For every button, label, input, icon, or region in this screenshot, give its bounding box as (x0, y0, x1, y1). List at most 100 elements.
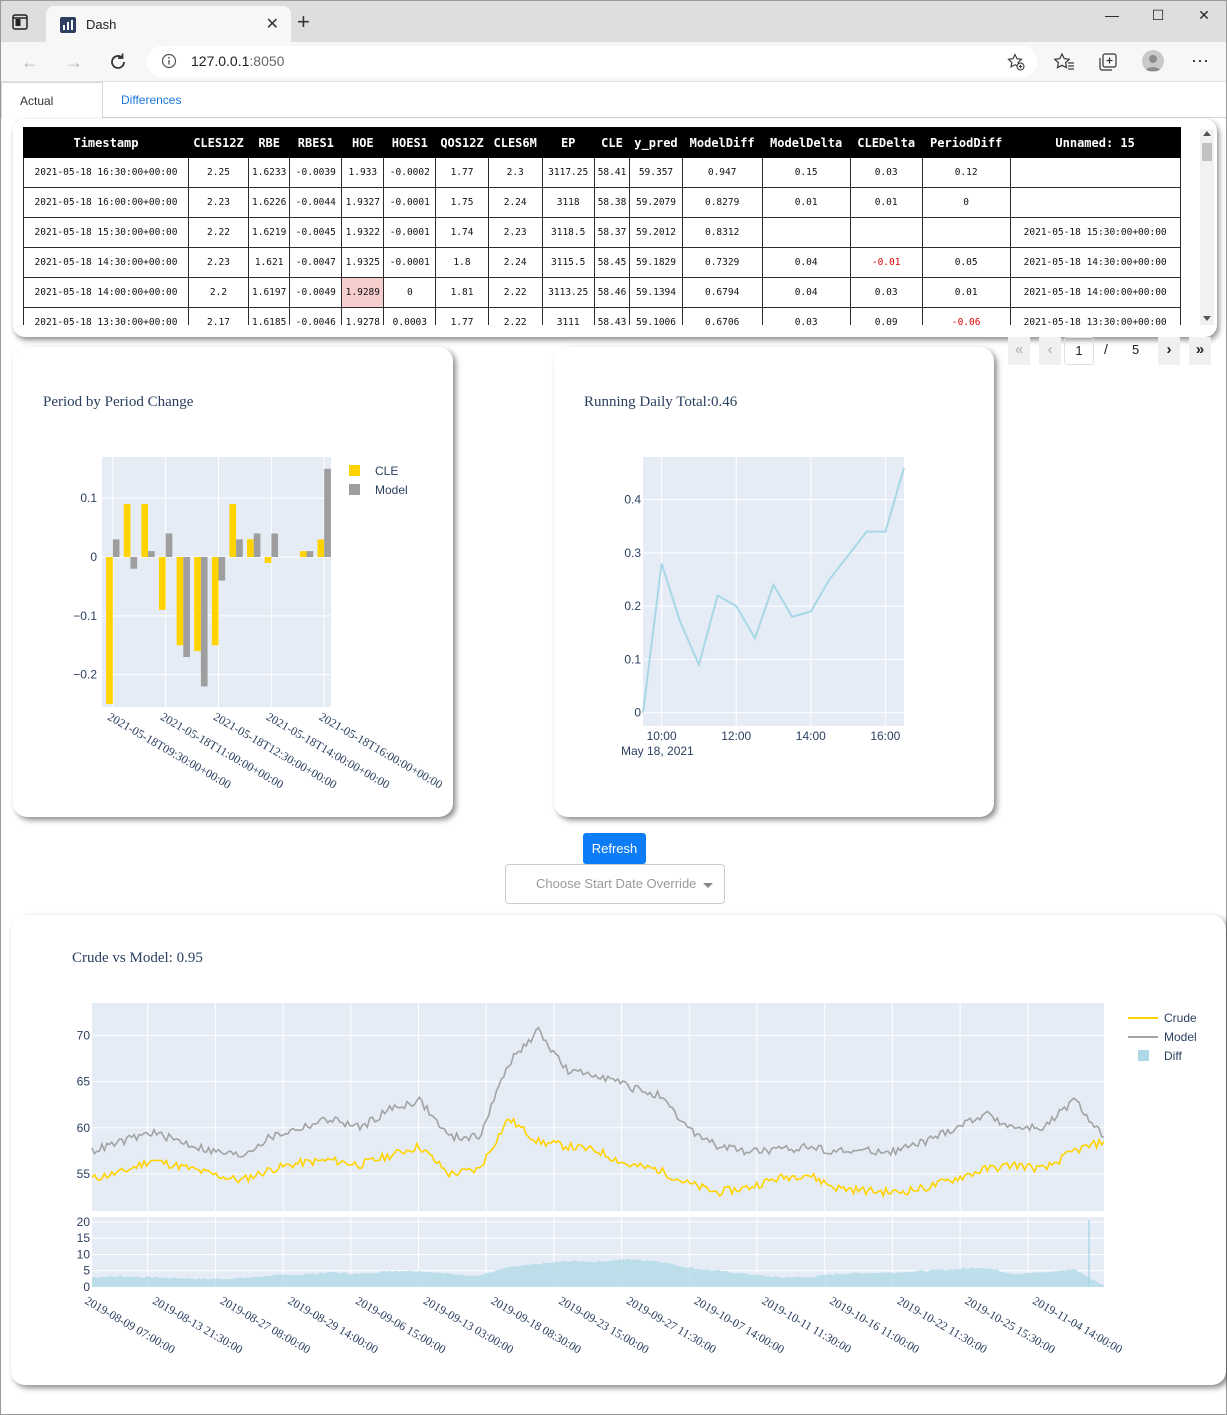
legend-label-model[interactable]: Model (375, 483, 408, 497)
table-cell[interactable]: 59.2079 (629, 187, 683, 218)
table-cell[interactable]: 0.15 (761, 157, 851, 188)
table-cell[interactable]: 2.17 (188, 307, 249, 325)
table-cell[interactable]: -0.06 (921, 307, 1011, 325)
table-cell[interactable]: 0.01 (761, 187, 851, 218)
plus-icon[interactable]: + (297, 11, 310, 33)
tab-actions-icon[interactable] (11, 13, 29, 31)
table-cell[interactable]: 1.77 (435, 157, 489, 188)
table-row[interactable]: 2021-05-18 16:30:00+00:00 2.25 1.6233 -0.00… (23, 157, 1181, 188)
bar-cle[interactable] (247, 539, 254, 557)
bar-model[interactable] (236, 539, 243, 557)
bar-model[interactable] (253, 533, 261, 557)
bar-cle[interactable] (194, 557, 201, 652)
window-close-icon[interactable]: ✕ (1181, 7, 1227, 27)
column-header[interactable]: RBES1 (289, 127, 343, 158)
previous-page-icon[interactable]: ‹ (1039, 337, 1061, 365)
table-cell[interactable]: -0.0049 (289, 277, 343, 308)
table-cell[interactable]: 58.38 (593, 187, 631, 218)
table-cell[interactable]: 2021-05-18 15:30:00+00:00 (1009, 217, 1181, 248)
legend-label-crude[interactable]: Crude (1164, 1011, 1197, 1025)
profile-icon[interactable] (1142, 50, 1164, 72)
bar-model[interactable] (324, 468, 331, 557)
table-scrollbar[interactable] (1200, 129, 1214, 325)
first-page-icon[interactable]: « (1008, 337, 1030, 365)
collections-icon[interactable] (1097, 51, 1119, 73)
table-cell[interactable]: 3115.5 (541, 247, 595, 278)
table-cell[interactable]: 0.03 (761, 307, 851, 325)
more-icon[interactable]: ··· (1189, 51, 1211, 73)
table-cell[interactable]: 2.24 (487, 247, 543, 278)
table-cell[interactable]: 2021-05-18 14:30:00+00:00 (23, 247, 189, 278)
table-row[interactable]: 2021-05-18 13:30:00+00:00 2.17 1.6185 -0.00… (23, 307, 1181, 325)
column-header[interactable]: Unnamed: 15 (1009, 127, 1181, 158)
table-cell[interactable]: 2021-05-18 14:00:00+00:00 (1009, 277, 1181, 308)
next-page-icon[interactable]: › (1158, 337, 1180, 365)
table-cell[interactable]: -0.0045 (289, 217, 343, 248)
table-cell[interactable]: 1.9289 (341, 277, 385, 308)
table-cell[interactable]: 0.05 (921, 247, 1011, 278)
bar-cle[interactable] (158, 557, 166, 610)
bar-model[interactable] (183, 557, 190, 657)
table-cell[interactable]: 1.6233 (247, 157, 291, 188)
table-cell[interactable] (849, 217, 923, 248)
table-cell[interactable]: 1.6226 (247, 187, 291, 218)
legend-swatch-cle[interactable] (349, 465, 360, 476)
table-cell[interactable]: 1.621 (247, 247, 291, 278)
bar-cle[interactable] (299, 551, 307, 557)
legend-label-diff[interactable]: Diff (1164, 1049, 1182, 1063)
table-row[interactable]: 2021-05-18 14:30:00+00:00 2.23 1.621 -0.004… (23, 247, 1181, 278)
table-cell[interactable]: 1.75 (435, 187, 489, 218)
info-icon[interactable] (161, 53, 177, 69)
bar-model[interactable] (271, 533, 279, 557)
table-cell[interactable]: 2.25 (188, 157, 249, 188)
column-header[interactable]: y_pred (629, 127, 683, 158)
table-cell[interactable]: 0.01 (921, 277, 1011, 308)
close-icon[interactable]: ✕ (266, 14, 279, 34)
table-cell[interactable]: 2021-05-18 16:00:00+00:00 (23, 187, 189, 218)
table-cell[interactable]: 2021-05-18 14:30:00+00:00 (1009, 247, 1181, 278)
table-cell[interactable]: 2.23 (188, 247, 249, 278)
table-cell[interactable]: 2021-05-18 14:00:00+00:00 (23, 277, 189, 308)
column-header[interactable]: ModelDelta (761, 127, 851, 158)
minimize-icon[interactable]: — (1089, 7, 1135, 27)
table-row[interactable]: 2021-05-18 14:00:00+00:00 2.2 1.6197 -0.004… (23, 277, 1181, 308)
table-cell[interactable] (921, 217, 1011, 248)
bar-model[interactable] (218, 557, 226, 581)
table-cell[interactable]: 1.9322 (341, 217, 385, 248)
column-header[interactable]: HOE (341, 127, 385, 158)
table-cell[interactable]: 0.8312 (681, 217, 763, 248)
bar-cle[interactable] (264, 557, 272, 563)
forward-icon[interactable]: → (62, 50, 86, 74)
table-cell[interactable]: 2.22 (188, 217, 249, 248)
table-cell[interactable]: 2.22 (487, 277, 543, 308)
table-cell[interactable]: 59.1829 (629, 247, 683, 278)
bar-cle[interactable] (106, 557, 113, 705)
table-cell[interactable]: 0.09 (849, 307, 923, 325)
table-cell[interactable]: 2.23 (487, 217, 543, 248)
column-header[interactable]: RBE (247, 127, 291, 158)
back-icon[interactable]: ← (18, 50, 42, 74)
table-cell[interactable]: 1.77 (435, 307, 489, 325)
table-cell[interactable]: 2.3 (487, 157, 543, 188)
maximize-icon[interactable]: ☐ (1135, 7, 1181, 27)
table-cell[interactable]: 3118.5 (541, 217, 595, 248)
column-header[interactable]: PeriodDiff (921, 127, 1011, 158)
table-cell[interactable]: 59.2012 (629, 217, 683, 248)
table-cell[interactable]: 2021-05-18 16:30:00+00:00 (23, 157, 189, 188)
bar-model[interactable] (112, 539, 120, 557)
bar-model[interactable] (306, 551, 314, 557)
table-cell[interactable]: 1.6185 (247, 307, 291, 325)
table-cell[interactable]: -0.01 (849, 247, 923, 278)
bar-model[interactable] (130, 557, 138, 569)
table-cell[interactable]: 0.04 (761, 277, 851, 308)
column-header[interactable]: CLES6M (487, 127, 543, 158)
table-cell[interactable]: -0.0044 (289, 187, 343, 218)
table-cell[interactable]: 0.947 (681, 157, 763, 188)
scroll-up-icon[interactable] (1203, 131, 1211, 136)
table-cell[interactable]: 1.933 (341, 157, 385, 188)
table-cell[interactable]: 2021-05-18 13:30:00+00:00 (23, 307, 189, 325)
table-cell[interactable]: 58.46 (593, 277, 631, 308)
table-cell[interactable]: -0.0002 (383, 157, 437, 188)
table-cell[interactable]: 1.74 (435, 217, 489, 248)
column-header[interactable]: HOES1 (383, 127, 437, 158)
